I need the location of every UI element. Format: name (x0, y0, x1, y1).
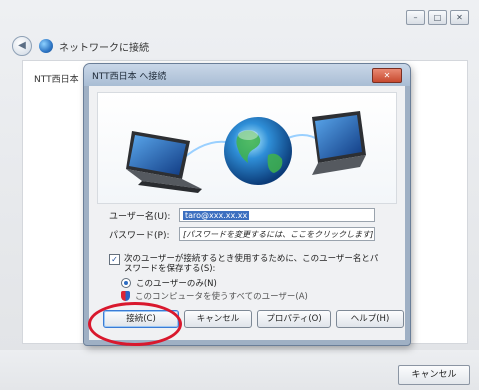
password-field[interactable]: [パスワードを変更するには、ここをクリックします] (179, 227, 375, 241)
window-close-button[interactable]: ✕ (450, 10, 469, 25)
username-value: taro@xxx.xx.xx (183, 211, 250, 220)
save-credentials-checkbox[interactable]: ✓ (109, 254, 120, 265)
minimize-button[interactable]: – (406, 10, 425, 25)
uac-shield-icon (121, 291, 130, 301)
cancel-button[interactable]: キャンセル (184, 310, 252, 328)
highlight-ring (88, 302, 182, 346)
username-row: ユーザー名(U): taro@xxx.xx.xx (109, 208, 375, 222)
password-row: パスワード(P): [パスワードを変更するには、ここをクリックします] (109, 227, 375, 241)
window-controls: – □ ✕ (406, 10, 469, 25)
radio-all-users-row: このコンピュータを使うすべてのユーザー(A) (121, 290, 308, 302)
dialog-close-button[interactable]: ✕ (372, 67, 402, 83)
username-label: ユーザー名(U): (109, 211, 171, 222)
username-field[interactable]: taro@xxx.xx.xx (179, 208, 375, 222)
dialog-titlebar: NTT西日本 へ接続 ✕ (84, 64, 410, 86)
window-title: ネットワークに接続 (59, 42, 149, 54)
outer-cancel-button[interactable]: キャンセル (398, 365, 470, 385)
nav-bar: ◀ ネットワークに接続 (12, 36, 149, 56)
properties-button[interactable]: プロパティ(O) (257, 310, 331, 328)
back-arrow-icon[interactable]: ◀ (12, 36, 32, 56)
save-credentials-label: 次のユーザーが接続するとき使用するために、このユーザー名とパスワードを保存する(… (124, 254, 379, 274)
banner-illustration (97, 92, 397, 204)
maximize-button[interactable]: □ (428, 10, 447, 25)
save-credentials-row: ✓ 次のユーザーが接続するとき使用するために、このユーザー名とパスワードを保存す… (109, 254, 385, 274)
network-globe-icon (39, 39, 53, 53)
connection-label: NTT西日本 (34, 75, 79, 85)
password-label: パスワード(P): (109, 230, 170, 241)
dialog-title: NTT西日本 へ接続 (92, 71, 167, 82)
radio-me-only[interactable] (121, 278, 131, 288)
radio-all-users-label[interactable]: このコンピュータを使うすべてのユーザー(A) (135, 290, 308, 302)
help-button[interactable]: ヘルプ(H) (336, 310, 404, 328)
radio-me-only-row: このユーザーのみ(N) (121, 277, 217, 289)
laptop-globe-laptop-illustration (126, 111, 366, 193)
radio-me-only-label: このユーザーのみ(N) (136, 279, 217, 289)
